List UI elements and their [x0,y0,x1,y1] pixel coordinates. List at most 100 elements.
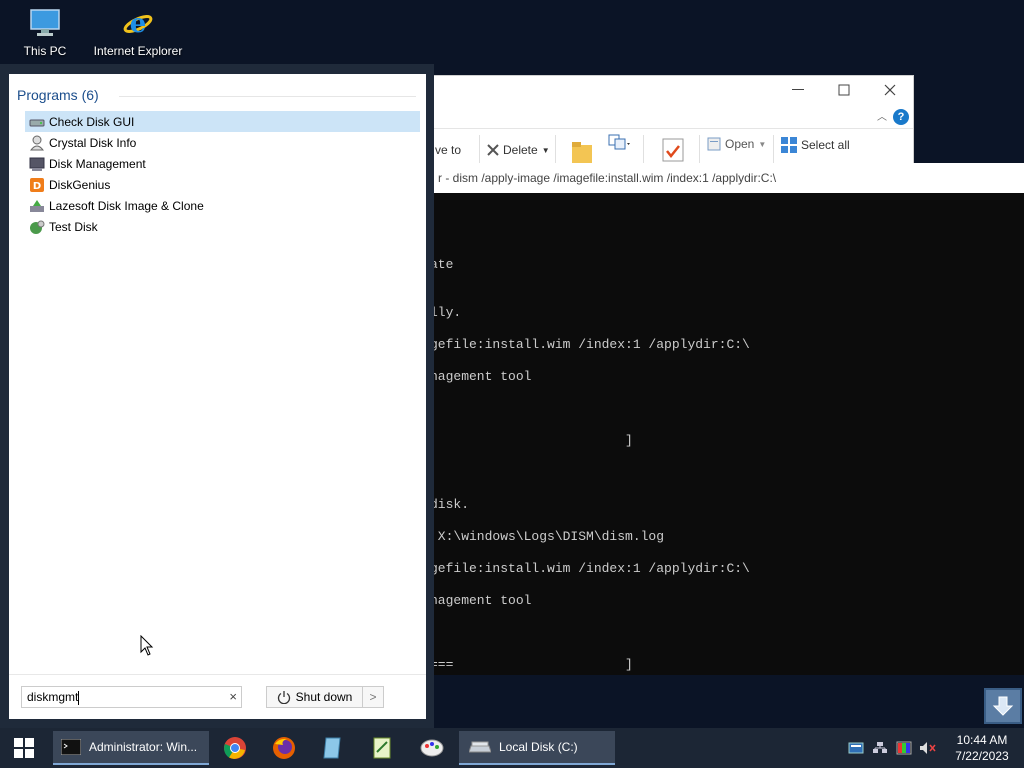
arrow-down-icon [992,696,1014,716]
program-item-test-disk[interactable]: Test Disk [25,216,420,237]
shutdown-button[interactable]: Shut down [267,687,363,707]
copy-path-icon[interactable] [607,133,631,158]
paint-icon [420,739,444,757]
open-label: Open [725,137,755,151]
taskbar-item-command-prompt[interactable]: Administrator: Win... [53,731,209,765]
program-label: Test Disk [49,219,98,234]
search-value: diskmgmt [27,690,79,704]
programs-header: Programs (6) [17,87,99,103]
maximize-button[interactable] [821,76,867,104]
disk-management-icon [29,156,45,172]
text-caret [78,690,80,705]
shutdown-label: Shut down [295,690,353,704]
ribbon-divider [773,135,774,163]
move-to-label: ve to [435,143,462,157]
move-to-button[interactable]: ve to [435,143,461,157]
taskbar-item-local-disk[interactable]: Local Disk (C:) [459,731,615,765]
taskbar-pin-chrome[interactable] [213,728,257,768]
close-icon [884,84,896,96]
console-line: nagement tool [430,369,532,384]
program-item-lazesoft[interactable]: Lazesoft Disk Image & Clone [25,195,420,216]
console-line: nagement tool [430,593,532,608]
notepad-icon [323,737,341,759]
shutdown-options-button[interactable]: > [363,690,383,704]
network-icon[interactable] [868,728,892,768]
keyboard-icon[interactable] [844,728,868,768]
ribbon-collapse-icon[interactable]: ︿ [877,108,887,123]
diskgenius-icon: D [29,177,45,193]
start-button[interactable] [0,728,48,768]
search-input[interactable]: diskmgmt × [21,686,242,708]
command-prompt-window[interactable]: r - dism /apply-image /imagefile:install… [430,163,1024,675]
console-line: === ] [430,657,633,672]
volume-muted-icon[interactable] [916,728,940,768]
programs-list: Check Disk GUI Crystal Disk Info Disk Ma… [25,111,420,237]
program-item-diskgenius[interactable]: D DiskGenius [25,174,420,195]
select-all-icon [781,137,797,153]
ribbon-divider [479,135,480,163]
close-button[interactable] [867,76,913,104]
internet-explorer-icon: e [93,6,183,40]
desktop-icon-label: This PC [23,44,67,58]
mouse-cursor-icon [140,634,154,660]
maximize-icon [838,84,850,96]
desktop-icon-internet-explorer[interactable]: e Internet Explorer [93,6,183,58]
svg-text:D: D [33,181,41,192]
properties-icon[interactable] [661,137,685,166]
disk-check-icon [29,114,45,130]
select-all-label: Select all [801,138,850,152]
ribbon-divider [555,135,556,163]
clear-search-button[interactable]: × [229,687,237,707]
console-line: lly. [430,305,462,320]
task-label: Local Disk (C:) [499,740,578,754]
delete-button[interactable]: Delete ▼ [487,143,550,157]
program-item-disk-management[interactable]: Disk Management [25,153,420,174]
desktop-icon-this-pc[interactable]: This PC [0,6,90,58]
program-item-crystal-disk-info[interactable]: Crystal Disk Info [25,132,420,153]
drive-icon [469,741,491,753]
minimize-button[interactable] [775,76,821,104]
taskbar-pin-firefox[interactable] [262,728,306,768]
scroll-down-button[interactable] [984,688,1022,724]
program-item-check-disk-gui[interactable]: Check Disk GUI [25,111,420,132]
dropdown-arrow-icon: ▼ [541,145,550,155]
console-line: gefile:install.wim /index:1 /applydir:C:… [430,561,750,576]
program-label: Disk Management [49,156,146,171]
notes-icon [373,737,391,759]
console-line: disk. [430,497,470,512]
windows-logo-icon [14,738,34,758]
taskbar-pin-notes[interactable] [360,728,404,768]
power-icon [277,691,290,704]
help-icon[interactable]: ? [893,109,909,125]
ribbon-divider [643,135,644,163]
console-line: gefile:install.wim /index:1 /applydir:C:… [430,337,750,352]
start-menu-results: Programs (6) Check Disk GUI Crystal Disk… [9,74,426,674]
program-label: Check Disk GUI [49,114,135,129]
header-divider [119,96,416,97]
chrome-icon [224,737,246,759]
console-line: ] [430,433,633,448]
select-all-button[interactable]: Select all [781,137,850,153]
open-button[interactable]: Open ▼ [707,137,766,151]
start-menu: Programs (6) Check Disk GUI Crystal Disk… [0,64,434,728]
shutdown-control: Shut down > [266,686,384,708]
delete-x-icon [487,144,499,156]
explorer-ribbon: ve to Delete ▼ Open ▼ Select all [431,128,913,166]
minimize-icon [792,89,804,90]
console-title: r - dism /apply-image /imagefile:install… [430,163,1024,193]
ribbon-divider [699,135,700,163]
firefox-icon [273,737,295,759]
system-tray: 10:44 AM 7/22/2023 [844,728,1024,768]
clock-date: 7/22/2023 [955,749,1009,763]
program-label: Lazesoft Disk Image & Clone [49,198,204,213]
taskbar-pin-notepad[interactable] [311,728,355,768]
clock-time: 10:44 AM [956,733,1008,747]
taskbar: Administrator: Win... Local Disk (C:) 10… [0,728,1024,768]
taskbar-pin-paint[interactable] [410,728,454,768]
start-menu-footer: diskmgmt × Shut down > [9,674,426,719]
program-label: DiskGenius [49,177,111,192]
console-line: X:\windows\Logs\DISM\dism.log [430,529,665,544]
color-icon[interactable] [892,728,916,768]
taskbar-clock[interactable]: 10:44 AM 7/22/2023 [940,732,1024,764]
lazesoft-icon [29,198,45,214]
